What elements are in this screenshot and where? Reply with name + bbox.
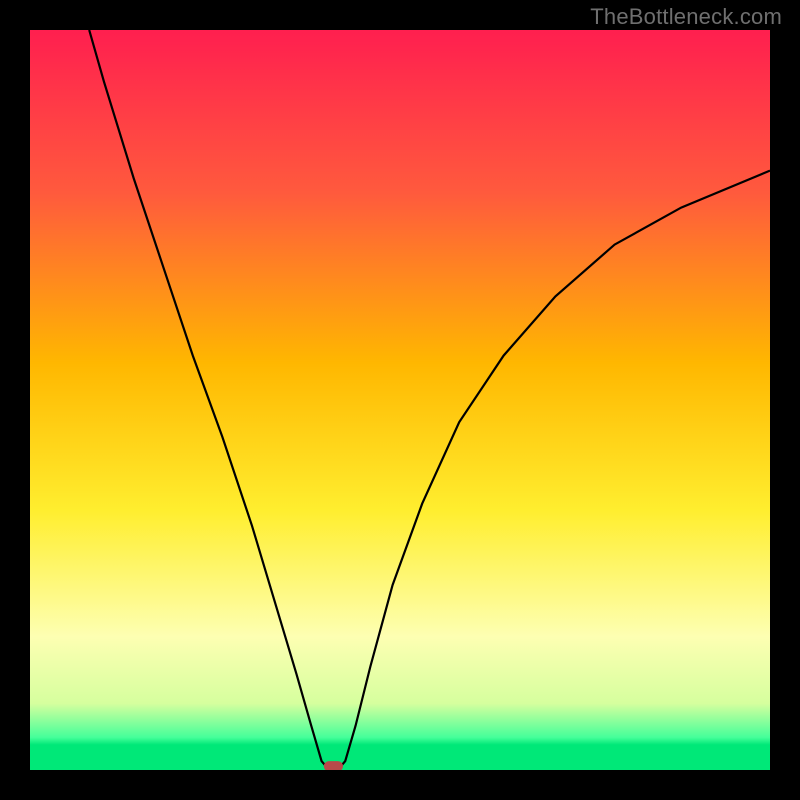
chart-frame: TheBottleneck.com [0, 0, 800, 800]
plot-svg [30, 30, 770, 770]
plot-area [30, 30, 770, 770]
plot-background [30, 30, 770, 770]
vertex-marker [324, 761, 343, 770]
watermark-text: TheBottleneck.com [590, 4, 782, 30]
